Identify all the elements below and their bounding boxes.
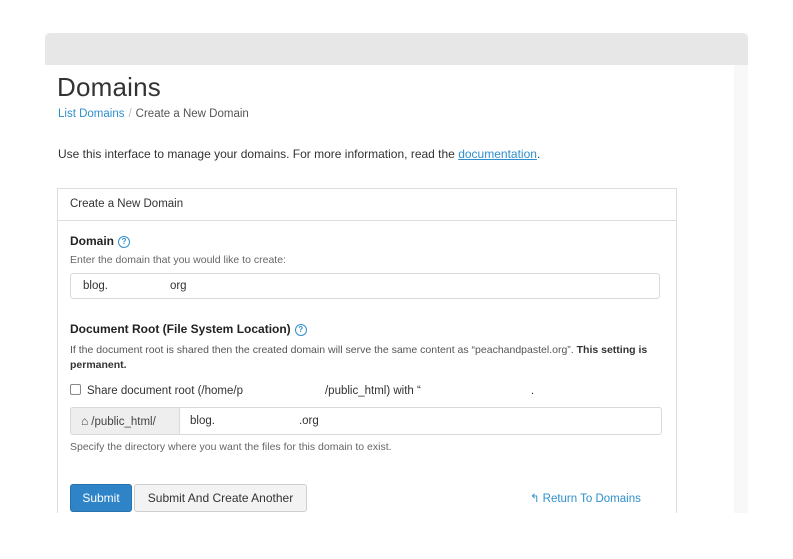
docroot-input[interactable]: blog. .org <box>179 407 662 435</box>
share-docroot-middle: /public_html) with “ <box>324 385 421 397</box>
docroot-label: Document Root (File System Location) <box>70 322 291 336</box>
breadcrumb: List Domains / Create a New Domain <box>58 108 249 120</box>
intro-end: . <box>536 147 541 161</box>
docroot-label-row: Document Root (File System Location)? <box>70 322 307 336</box>
submit-button[interactable]: Submit <box>70 484 132 512</box>
domain-label-row: Domain? <box>70 234 131 248</box>
intro-text: Use this interface to manage your domain… <box>58 147 540 161</box>
breadcrumb-current: Create a New Domain <box>135 108 249 120</box>
breadcrumb-separator: / <box>128 108 132 120</box>
docroot-addon-label: /public_html/ <box>91 416 156 428</box>
page-title: Domains <box>57 72 161 102</box>
create-domain-panel: Create a New Domain Domain? Enter the do… <box>57 188 677 513</box>
docroot-value-suffix: .org <box>298 415 319 427</box>
domain-input[interactable]: blog. org <box>70 273 660 299</box>
home-icon: ⌂ <box>81 414 89 428</box>
return-arrow-icon: ↰ <box>530 493 540 505</box>
docroot-value-prefix: blog. <box>190 415 215 427</box>
main-content: Domains List Domains / Create a New Domain… <box>45 65 734 513</box>
domain-hint: Enter the domain that you would like to … <box>70 254 286 266</box>
docroot-hint: Specify the directory where you want the… <box>70 441 392 453</box>
intro-body: Use this interface to manage your domain… <box>58 147 459 161</box>
domain-value-prefix: blog. <box>83 280 108 292</box>
panel-heading: Create a New Domain <box>58 189 676 221</box>
docroot-description: If the document root is shared then the … <box>70 343 660 373</box>
share-docroot-checkbox[interactable] <box>70 384 81 395</box>
top-bar <box>45 33 748 65</box>
share-docroot-prefix: Share document root (/home/p <box>87 385 243 397</box>
share-docroot-option[interactable]: Share document root (/home/p/public_html… <box>70 384 534 397</box>
share-docroot-end: . <box>530 385 535 397</box>
docroot-help-icon[interactable]: ? <box>294 324 307 336</box>
documentation-link[interactable]: documentation <box>458 147 537 161</box>
domain-help-icon[interactable]: ? <box>118 236 131 248</box>
domain-value-suffix: org <box>169 280 187 292</box>
docroot-input-group: ⌂/public_html/ blog. .org <box>70 407 662 435</box>
docroot-addon: ⌂/public_html/ <box>70 407 180 435</box>
submit-and-create-another-button[interactable]: Submit And Create Another <box>134 484 307 512</box>
domain-label: Domain <box>70 234 115 248</box>
docroot-description-text: If the document root is shared then the … <box>70 344 577 356</box>
return-to-domains-link[interactable]: ↰ Return To Domains <box>530 491 641 505</box>
return-to-domains-label: Return To Domains <box>542 493 641 505</box>
breadcrumb-list-domains-link[interactable]: List Domains <box>58 108 124 120</box>
app-frame: Domains List Domains / Create a New Domain… <box>45 33 748 513</box>
